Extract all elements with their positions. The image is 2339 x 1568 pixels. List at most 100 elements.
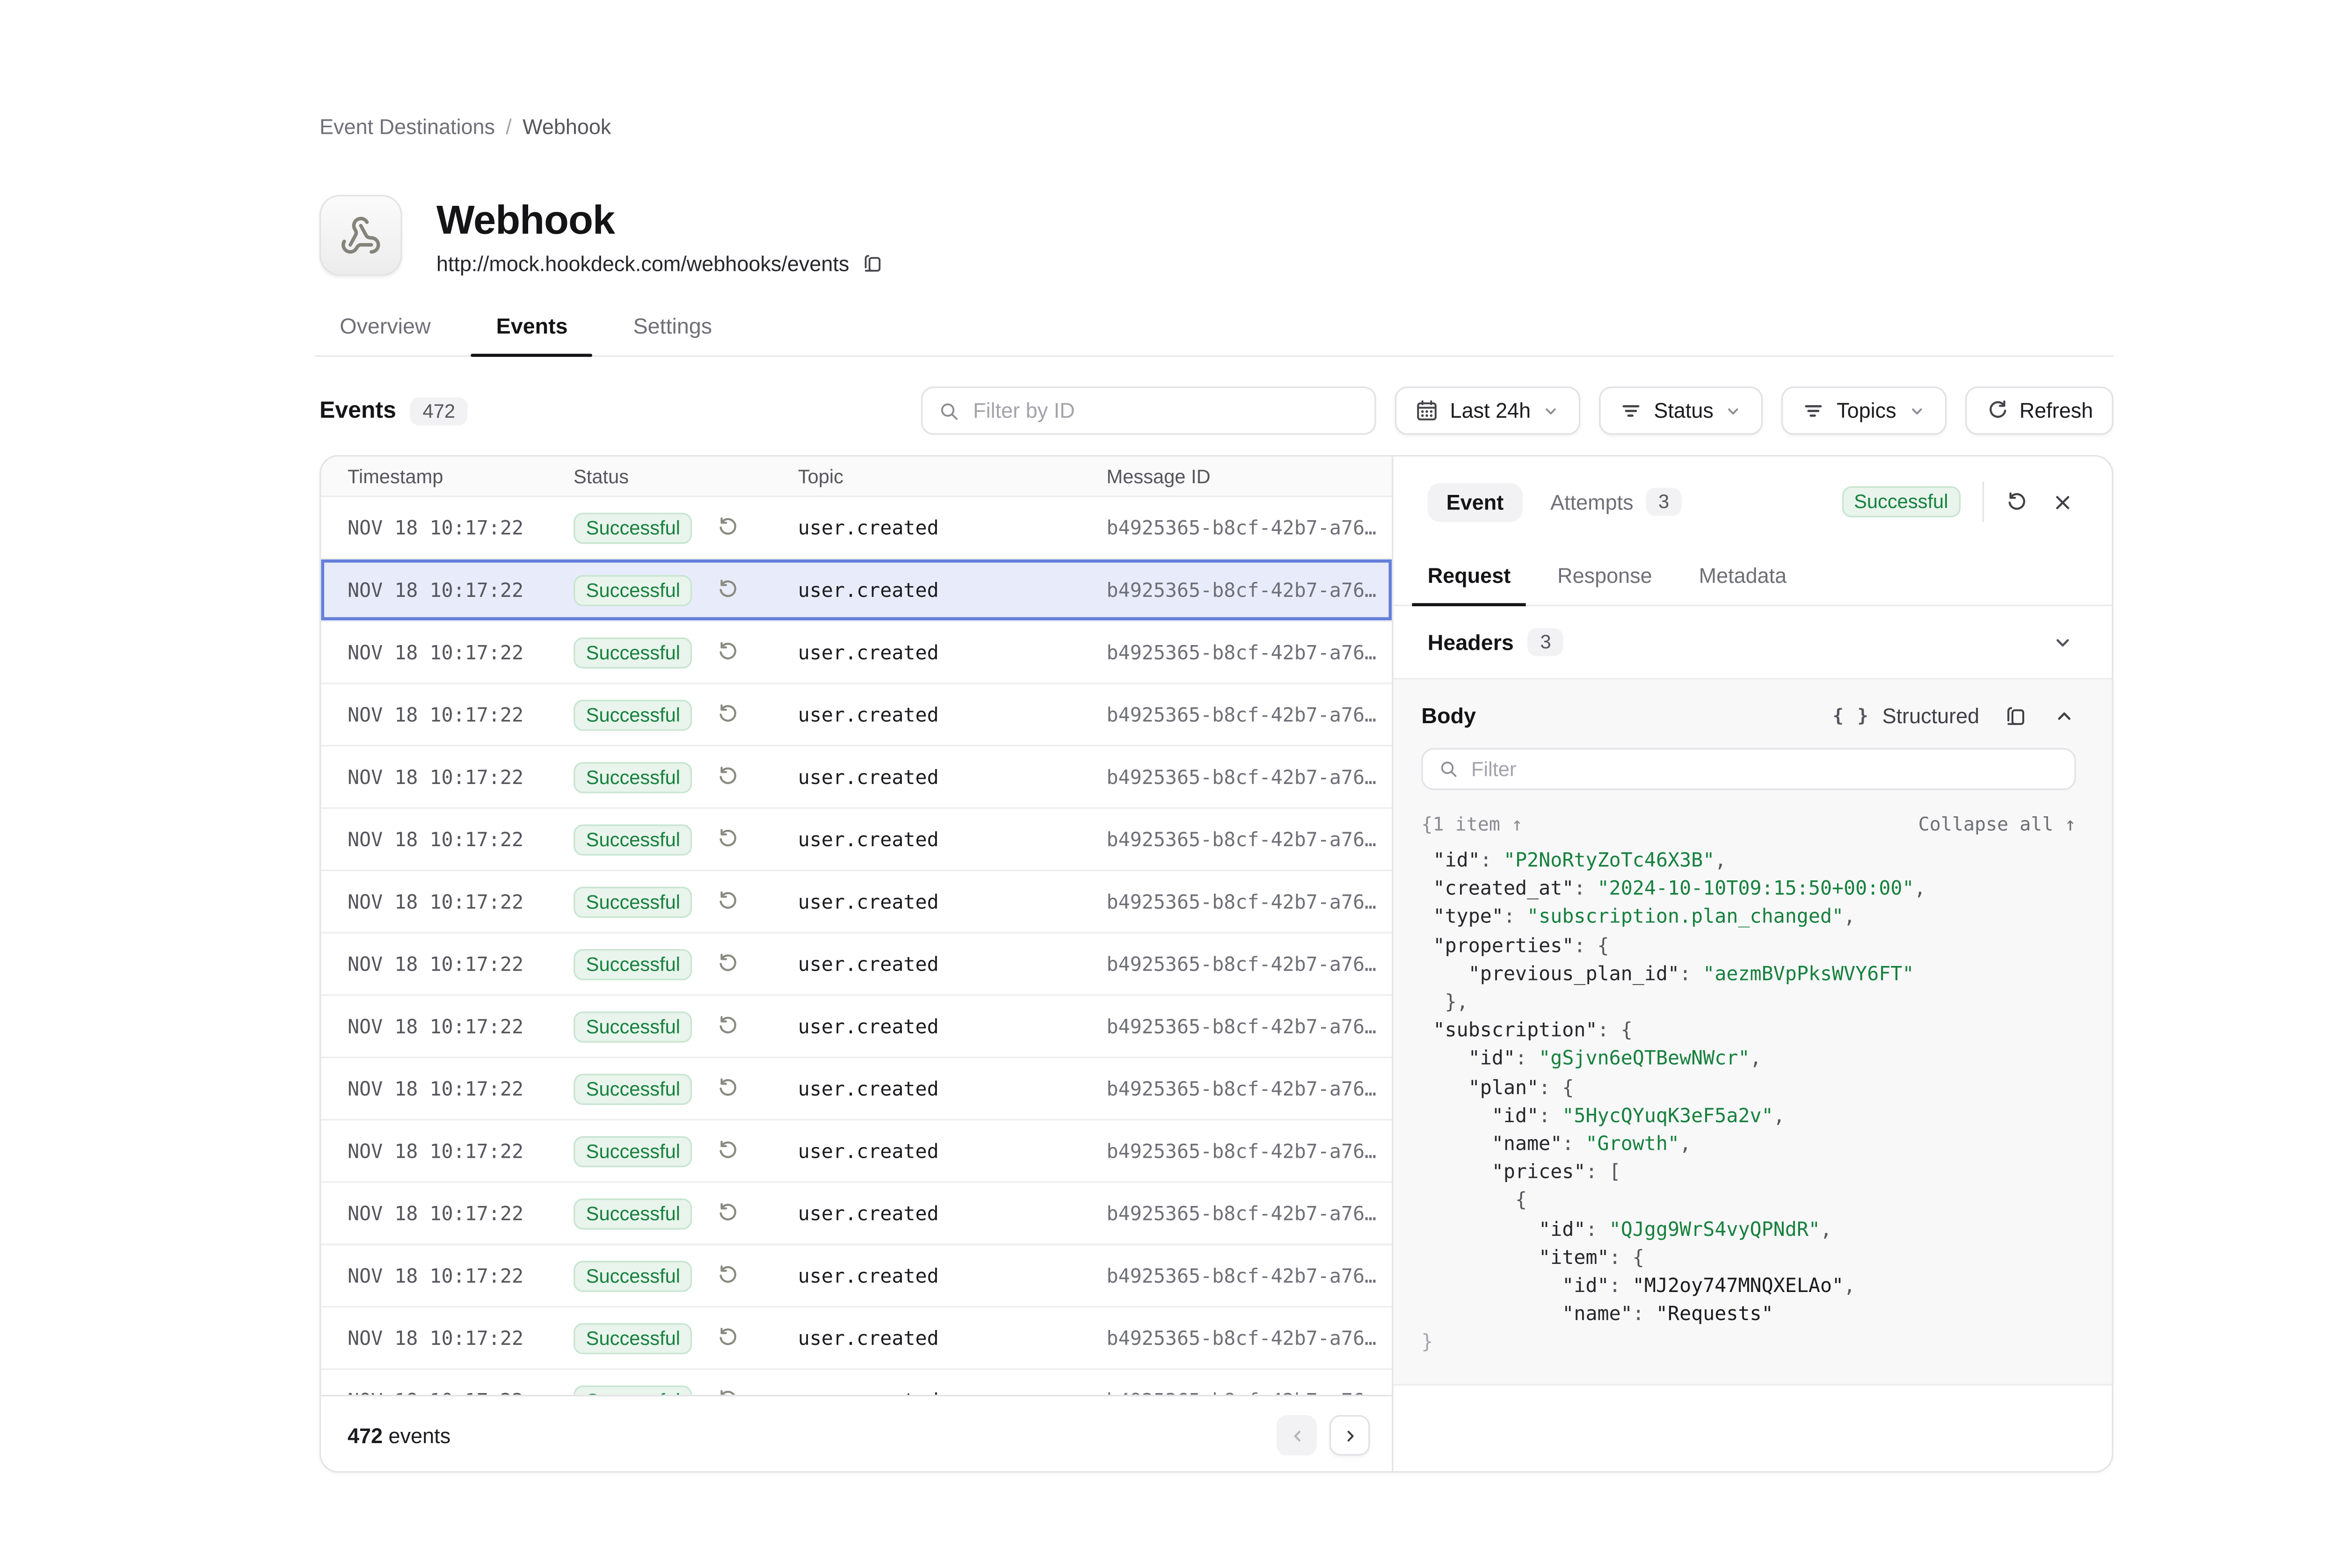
body-filter-input[interactable] <box>1471 757 2059 781</box>
breadcrumb-event-destinations[interactable]: Event Destinations <box>320 116 495 139</box>
retry-row-button[interactable] <box>718 765 741 789</box>
retry-row-button[interactable] <box>718 1077 741 1100</box>
table-row[interactable]: NOV 18 10:17:22 Successful user.created … <box>321 1120 1392 1183</box>
status-filter-button[interactable]: Status <box>1599 386 1764 435</box>
collapse-all-button[interactable]: Collapse all ↑ <box>1918 813 2076 835</box>
table-row[interactable]: NOV 18 10:17:22 Successful user.created … <box>321 1058 1392 1120</box>
cell-topic: user.created <box>798 1264 1107 1287</box>
table-row[interactable]: NOV 18 10:17:22 Successful user.created … <box>321 622 1392 684</box>
cell-timestamp: NOV 18 10:17:22 <box>348 1139 574 1162</box>
refresh-icon <box>1985 399 2009 422</box>
breadcrumb-current: Webhook <box>523 116 611 139</box>
table-row[interactable]: NOV 18 10:17:22 Successful user.created … <box>321 809 1392 871</box>
search-icon <box>1438 759 1459 779</box>
attempts-count-badge: 3 <box>1646 488 1681 516</box>
chevron-right-icon <box>1340 1425 1360 1445</box>
page-title: Webhook <box>436 196 884 242</box>
events-count-badge: 472 <box>410 397 468 425</box>
table-footer: 472 events <box>321 1395 1392 1473</box>
status-badge: Successful <box>574 1198 693 1229</box>
retry-icon <box>718 1326 741 1350</box>
table-row[interactable]: NOV 18 10:17:22 Successful user.created … <box>321 1245 1392 1307</box>
next-page-button[interactable] <box>1329 1415 1370 1456</box>
filter-by-id-input[interactable] <box>973 399 1359 422</box>
table-row[interactable]: NOV 18 10:17:22 Successful user.created … <box>321 559 1392 622</box>
retry-icon <box>718 1202 741 1225</box>
time-range-button[interactable]: Last 24h <box>1395 386 1581 435</box>
status-badge: Successful <box>574 1011 693 1042</box>
events-toolbar: Events 472 Last 24h Status <box>320 386 2114 435</box>
column-header-message-id: Message ID <box>1106 465 1392 487</box>
cell-topic: user.created <box>798 1015 1107 1038</box>
tab-metadata[interactable]: Metadata <box>1683 547 1802 604</box>
chevron-down-icon <box>1907 401 1926 420</box>
retry-event-button[interactable] <box>2006 490 2029 514</box>
status-badge: Successful <box>574 948 693 980</box>
search-icon <box>939 400 961 422</box>
cell-message-id: b4925365-b8cf-42b7-a76… <box>1106 1202 1392 1225</box>
table-row[interactable]: NOV 18 10:17:22 Successful user.created … <box>321 747 1392 809</box>
copy-icon <box>2004 704 2027 727</box>
status-badge: Successful <box>574 637 693 668</box>
cell-topic: user.created <box>798 1077 1107 1100</box>
table-row[interactable]: NOV 18 10:17:22 Successful user.created … <box>321 1183 1392 1245</box>
retry-row-button[interactable] <box>718 1015 741 1038</box>
table-row[interactable]: NOV 18 10:17:22 Successful user.created … <box>321 934 1392 996</box>
cell-message-id: b4925365-b8cf-42b7-a76… <box>1106 1388 1392 1394</box>
webhook-url: http://mock.hookdeck.com/webhooks/events <box>436 252 850 275</box>
copy-url-button[interactable] <box>862 253 884 275</box>
tab-request[interactable]: Request <box>1412 547 1526 604</box>
retry-row-button[interactable] <box>718 890 741 913</box>
retry-row-button[interactable] <box>718 703 741 726</box>
headers-expand-button[interactable] <box>2051 631 2074 654</box>
structured-toggle[interactable]: Structured <box>1882 704 1979 727</box>
body-collapse-button[interactable] <box>2053 704 2076 727</box>
retry-row-button[interactable] <box>718 1264 741 1287</box>
detail-panel-header: Event Attempts 3 Successful <box>1393 457 2112 547</box>
filter-lines-icon <box>1802 399 1826 422</box>
retry-icon <box>718 890 741 913</box>
retry-row-button[interactable] <box>718 578 741 602</box>
table-row[interactable]: NOV 18 10:17:22 Successful user.created … <box>321 996 1392 1058</box>
retry-row-button[interactable] <box>718 952 741 976</box>
tab-overview[interactable]: Overview <box>315 312 456 355</box>
retry-row-button[interactable] <box>718 828 741 851</box>
table-row[interactable]: NOV 18 10:17:22 Successful user.created … <box>321 871 1392 933</box>
retry-row-button[interactable] <box>718 1326 741 1350</box>
retry-row-button[interactable] <box>718 1202 741 1225</box>
previous-page-button[interactable] <box>1277 1415 1317 1456</box>
refresh-button[interactable]: Refresh <box>1965 386 2113 435</box>
retry-row-button[interactable] <box>718 640 741 664</box>
headers-label: Headers <box>1428 630 1514 654</box>
tab-settings[interactable]: Settings <box>608 312 737 355</box>
chevron-down-icon <box>1542 401 1561 420</box>
detail-tab-event[interactable]: Event <box>1428 482 1522 521</box>
cell-message-id: b4925365-b8cf-42b7-a76… <box>1106 703 1392 726</box>
table-row[interactable]: NOV 18 10:17:22 Successful user.created … <box>321 497 1392 559</box>
table-row[interactable]: NOV 18 10:17:22 Successful user.created … <box>321 1307 1392 1370</box>
cell-timestamp: NOV 18 10:17:22 <box>348 952 574 976</box>
detail-tab-attempts[interactable]: Attempts 3 <box>1550 488 1682 516</box>
table-row[interactable]: NOV 18 10:17:22 Successful user.created … <box>321 684 1392 747</box>
tab-response[interactable]: Response <box>1542 547 1668 604</box>
retry-row-button[interactable] <box>718 1388 741 1394</box>
copy-body-button[interactable] <box>2004 704 2027 727</box>
retry-icon <box>718 703 741 726</box>
body-label: Body <box>1421 703 1476 728</box>
headers-section[interactable]: Headers 3 <box>1393 606 2112 680</box>
cell-timestamp: NOV 18 10:17:22 <box>348 1015 574 1038</box>
cell-message-id: b4925365-b8cf-42b7-a76… <box>1106 640 1392 664</box>
retry-row-button[interactable] <box>718 1139 741 1162</box>
table-row[interactable]: NOV 18 10:17:22 Successful user.created … <box>321 1370 1392 1394</box>
event-detail-panel: Event Attempts 3 Successful <box>1392 457 2112 1471</box>
tab-events[interactable]: Events <box>471 312 593 355</box>
retry-icon <box>718 1139 741 1162</box>
filter-lines-icon <box>1620 399 1643 422</box>
close-panel-button[interactable] <box>2051 490 2074 514</box>
retry-row-button[interactable] <box>718 516 741 539</box>
topics-filter-button[interactable]: Topics <box>1782 386 1947 435</box>
nav-tabs: Overview Events Settings <box>315 312 2114 357</box>
cell-topic: user.created <box>798 1139 1107 1162</box>
status-badge: Successful <box>574 1073 693 1104</box>
json-viewer: "id": "P2NoRtyZoTc46X3B", "created_at": … <box>1421 846 2076 1357</box>
